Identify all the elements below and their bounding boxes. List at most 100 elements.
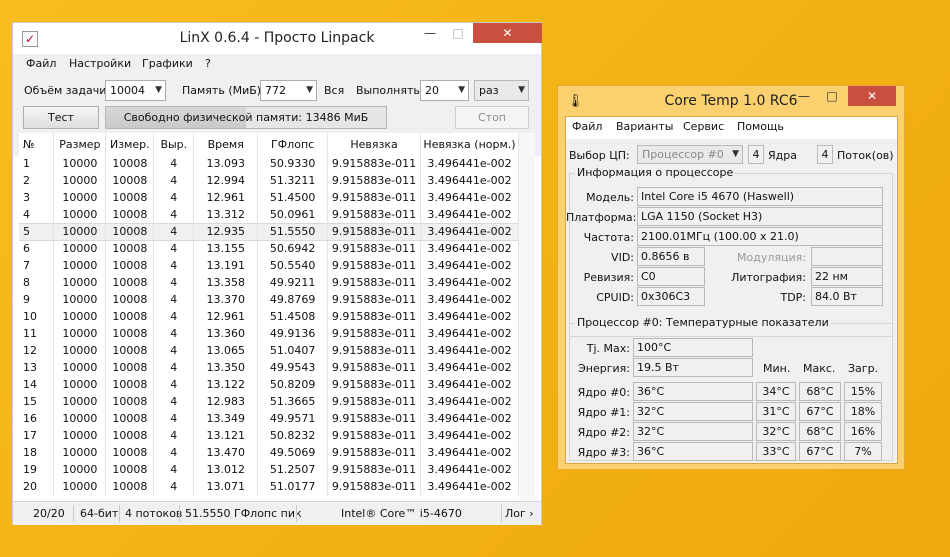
core-min-temperature: 31°C [756, 402, 796, 421]
cell-residual: 9.915883e-011 [327, 410, 421, 427]
cell-time: 13.065 [193, 342, 259, 359]
table-row[interactable]: 12 10000 10008 4 13.065 51.0407 9.915883e-011 3… [19, 342, 519, 359]
lithography-value: 22 нм [811, 267, 883, 286]
menu-help[interactable]: ? [205, 57, 211, 70]
cell-size: 10000 [53, 308, 107, 325]
col-residual-norm-header[interactable]: Невязка (норм.) [420, 133, 519, 155]
col-time-header[interactable]: Время [193, 133, 259, 155]
menu-help[interactable]: Помощь [737, 120, 784, 133]
table-row[interactable]: 10 10000 10008 4 12.961 51.4508 9.915883e-011 3… [19, 308, 519, 325]
cell-align: 4 [153, 240, 195, 257]
stop-button[interactable]: Стоп [455, 106, 529, 129]
minimize-button[interactable]: — [416, 23, 444, 43]
table-row[interactable]: 11 10000 10008 4 13.360 49.9136 9.915883e-011 3… [19, 325, 519, 342]
core-label: Ядро #2: [577, 426, 630, 439]
vid-label: VID: [611, 251, 634, 264]
coretemp-titlebar[interactable]: 🌡 Core Temp 1.0 RC6 — □ ✕ [558, 86, 904, 116]
core-load: 7% [844, 442, 882, 461]
cell-gflops: 50.5540 [257, 257, 329, 274]
cell-size: 10000 [53, 427, 107, 444]
core-min-temperature: 32°C [756, 422, 796, 441]
table-row[interactable]: 4 10000 10008 4 13.312 50.0961 9.915883e-011 3.… [19, 206, 519, 223]
col-size-header[interactable]: Размер [53, 133, 107, 155]
cell-size: 10000 [53, 342, 107, 359]
cell-row-number: 11 [19, 325, 55, 342]
cell-time: 13.349 [193, 410, 259, 427]
frequency-label: Частота: [583, 231, 634, 244]
cell-gflops: 51.0407 [257, 342, 329, 359]
maximize-button[interactable]: □ [818, 86, 846, 106]
cpu-select-value: Процессор #0 [642, 148, 724, 161]
table-row[interactable]: 7 10000 10008 4 13.191 50.5540 9.915883e-011 3.… [19, 257, 519, 274]
cell-time: 13.093 [193, 155, 259, 172]
table-row[interactable]: 20 10000 10008 4 13.071 51.0177 9.915883e-011 3… [19, 478, 519, 495]
menu-options[interactable]: Варианты [616, 120, 673, 133]
table-row[interactable]: 14 10000 10008 4 13.122 50.8209 9.915883e-011 3… [19, 376, 519, 393]
all-memory-label[interactable]: Вся [324, 84, 344, 97]
close-button[interactable]: ✕ [848, 86, 896, 106]
memory-combo[interactable]: 772 ▼ [260, 80, 317, 101]
chevron-down-icon: ▼ [518, 85, 525, 95]
cell-align: 4 [153, 257, 195, 274]
table-row[interactable]: 15 10000 10008 4 12.983 51.3665 9.915883e-011 3… [19, 393, 519, 410]
core-min-temperature: 34°C [756, 382, 796, 401]
menu-graphs[interactable]: Графики [142, 57, 193, 70]
table-row[interactable]: 17 10000 10008 4 13.121 50.8232 9.915883e-011 3… [19, 427, 519, 444]
linx-titlebar[interactable]: ✓ LinX 0.6.4 - Просто Linpack — □ ✕ [13, 23, 542, 53]
table-row[interactable]: 16 10000 10008 4 13.349 49.9571 9.915883e-011 3… [19, 410, 519, 427]
cell-size: 10000 [53, 325, 107, 342]
cell-row-number: 20 [19, 478, 55, 495]
core-max-temperature: 67°C [799, 442, 841, 461]
log-button[interactable]: Лог › [505, 507, 534, 520]
table-row[interactable]: 2 10000 10008 4 12.994 51.3211 9.915883e-011 3.… [19, 172, 519, 189]
table-row[interactable]: 18 10000 10008 4 13.470 49.5069 9.915883e-011 3… [19, 444, 519, 461]
table-row[interactable]: 13 10000 10008 4 13.350 49.9543 9.915883e-011 3… [19, 359, 519, 376]
cell-size: 10000 [53, 240, 107, 257]
col-align-header[interactable]: Выр. [153, 133, 195, 155]
run-unit-combo[interactable]: раз ▼ [474, 80, 529, 101]
cell-gflops: 51.3211 [257, 172, 329, 189]
power-value: 19.5 Вт [633, 358, 753, 377]
table-row[interactable]: 19 10000 10008 4 13.012 51.2507 9.915883e-011 3… [19, 461, 519, 478]
menu-settings[interactable]: Настройки [69, 57, 131, 70]
menu-file[interactable]: Файл [572, 120, 602, 133]
cell-align: 4 [153, 342, 195, 359]
cell-align: 4 [153, 359, 195, 376]
col-dim-header[interactable]: Измер. [105, 133, 155, 155]
cell-row-number: 18 [19, 444, 55, 461]
menu-file[interactable]: Файл [26, 57, 56, 70]
problem-size-combo[interactable]: 10004 ▼ [105, 80, 166, 101]
cell-time: 13.350 [193, 359, 259, 376]
run-count-combo[interactable]: 20 ▼ [420, 80, 469, 101]
cell-row-number: 5 [19, 222, 55, 241]
table-row[interactable]: 3 10000 10008 4 12.961 51.4500 9.915883e-011 3.… [19, 189, 519, 206]
cell-row-number: 13 [19, 359, 55, 376]
cpu-select-combo[interactable]: Процессор #0 ▼ [637, 145, 743, 164]
maximize-button[interactable]: □ [444, 23, 472, 43]
table-row[interactable]: 8 10000 10008 4 13.358 49.9211 9.915883e-011 3.… [19, 274, 519, 291]
minimize-button[interactable]: — [790, 86, 818, 106]
cell-size: 10000 [53, 172, 107, 189]
col-gflops-header[interactable]: ГФлопс [257, 133, 329, 155]
test-button[interactable]: Тест [23, 106, 99, 129]
cell-time: 13.370 [193, 291, 259, 308]
cell-align: 4 [153, 444, 195, 461]
core-temperature: 32°C [633, 402, 753, 421]
col-residual-header[interactable]: Невязка [327, 133, 421, 155]
table-scrollbar[interactable] [519, 133, 535, 500]
cell-dim: 10008 [105, 342, 155, 359]
col-number-header[interactable]: № [19, 133, 55, 155]
cell-align: 4 [153, 393, 195, 410]
table-row[interactable]: 6 10000 10008 4 13.155 50.6942 9.915883e-011 3.… [19, 240, 519, 257]
cell-residual-norm: 3.496441e-002 [420, 291, 519, 308]
free-memory-bar: Свободно физической памяти: 13486 МиБ [105, 106, 387, 129]
menu-tools[interactable]: Сервис [683, 120, 724, 133]
table-row[interactable]: 5 10000 10008 4 12.935 51.5550 9.915883e-011 3.… [19, 222, 519, 241]
cell-size: 10000 [53, 257, 107, 274]
platform-value: LGA 1150 (Socket H3) [637, 207, 883, 226]
table-row[interactable]: 9 10000 10008 4 13.370 49.8769 9.915883e-011 3.… [19, 291, 519, 308]
table-row[interactable]: 1 10000 10008 4 13.093 50.9330 9.915883e-011 3.… [19, 155, 519, 172]
close-button[interactable]: ✕ [473, 23, 542, 43]
chevron-down-icon: ▼ [732, 149, 739, 159]
cell-size: 10000 [53, 393, 107, 410]
